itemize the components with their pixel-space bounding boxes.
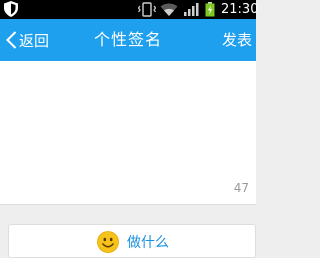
what-to-do-label: 做什么 [127, 235, 169, 251]
title-bar: 返回 个性签名 发表 [0, 19, 256, 61]
battery-icon [205, 2, 215, 17]
wifi-icon [160, 3, 178, 16]
what-to-do-button[interactable]: 做什么 [8, 224, 256, 258]
signature-input[interactable]: 47 [0, 61, 256, 205]
status-bar: 21:30 [0, 0, 259, 19]
remaining-char-count: 47 [233, 181, 249, 195]
status-time: 21:30 [221, 2, 259, 17]
vibrate-icon [138, 2, 156, 17]
signal-icon [184, 3, 199, 16]
smiley-icon [97, 231, 119, 253]
page-title: 个性签名 [93, 30, 162, 49]
publish-button[interactable]: 发表 [222, 19, 252, 61]
shield-icon [4, 1, 18, 17]
